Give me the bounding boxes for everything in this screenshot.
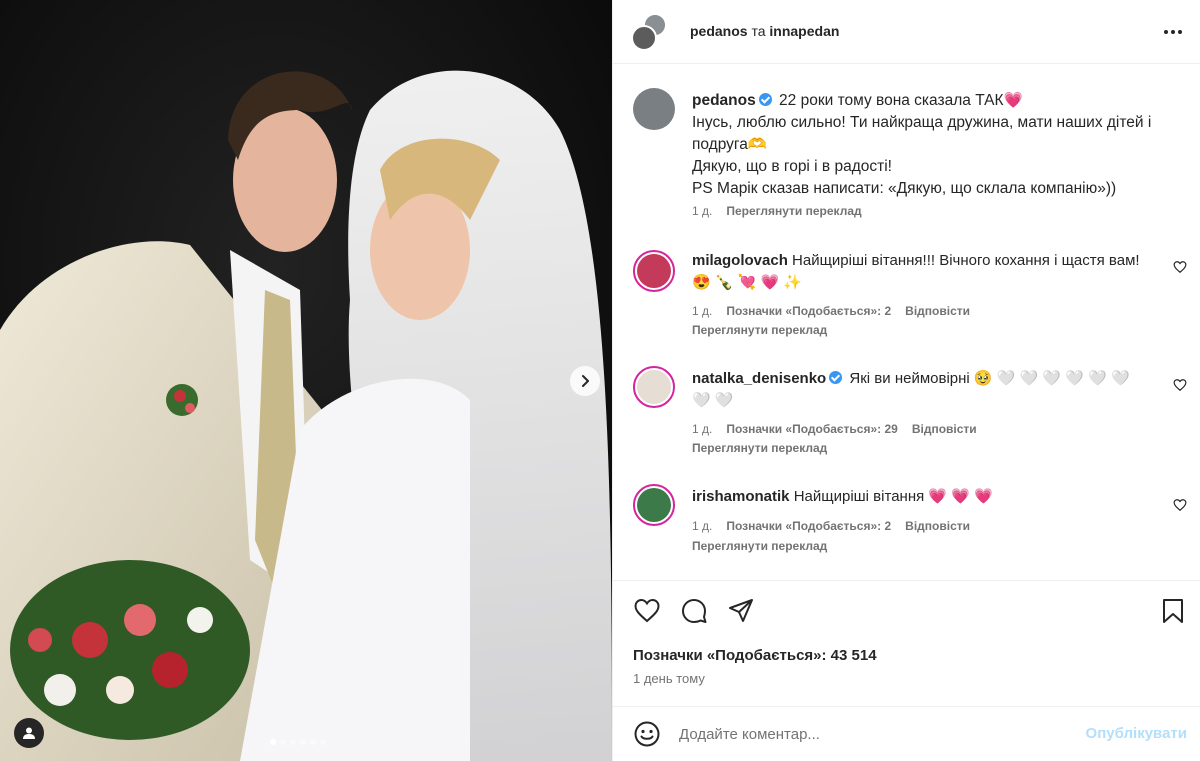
carousel-dot xyxy=(270,739,276,745)
translate-link[interactable]: Переглянути переклад xyxy=(692,539,827,553)
carousel-indicator xyxy=(270,739,326,745)
comment-likes[interactable]: Позначки «Подобається»: 2 xyxy=(726,519,891,533)
reply-button[interactable]: Відповісти xyxy=(912,422,977,436)
post-authors: pedanos та innapedan xyxy=(690,23,839,39)
post-header: pedanos та innapedan xyxy=(613,0,1200,64)
carousel-dot xyxy=(300,739,306,745)
caption-emoji: 💗 xyxy=(1003,92,1023,109)
carousel-dot xyxy=(320,739,326,745)
avatar[interactable] xyxy=(633,88,675,130)
coauthor-username[interactable]: innapedan xyxy=(769,23,839,39)
comment-meta: 1 д. Позначки «Подобається»: 29 Відповіс… xyxy=(692,422,977,436)
comment-input[interactable] xyxy=(679,721,1059,747)
comment-username[interactable]: natalka_denisenko xyxy=(692,370,826,387)
translate-link[interactable]: Переглянути переклад xyxy=(726,204,861,218)
emoji-icon[interactable] xyxy=(633,720,661,748)
comment-username[interactable]: milagolovach xyxy=(692,252,788,269)
share-icon[interactable] xyxy=(727,597,755,625)
likes-count[interactable]: Позначки «Подобається»: 43 514 xyxy=(633,647,877,664)
carousel-dot xyxy=(290,739,296,745)
avatar[interactable] xyxy=(633,250,675,292)
comment-meta: 1 д. Позначки «Подобається»: 2 Відповіст… xyxy=(692,304,970,318)
caption-meta: 1 д. Переглянути переклад xyxy=(692,204,862,218)
caption-emoji: 🫶 xyxy=(747,136,768,153)
heart-icon[interactable] xyxy=(1173,378,1187,392)
comment-text: milagolovach Найщиріші вітання!!! Вічног… xyxy=(692,250,1152,294)
caption-text: pedanos 22 роки тому вона сказала ТАК💗 І… xyxy=(692,90,1162,200)
comment-time: 1 д. xyxy=(692,519,713,533)
caption-line: 22 роки тому вона сказала ТАК xyxy=(779,92,1004,109)
reply-button[interactable]: Відповісти xyxy=(905,519,970,533)
carousel-dot xyxy=(310,739,316,745)
avatar[interactable] xyxy=(633,366,675,408)
heart-icon[interactable] xyxy=(1173,498,1187,512)
comment-composer: Опублікувати xyxy=(613,706,1200,761)
caption-time: 1 д. xyxy=(692,204,713,218)
comment-username[interactable]: irishamonatik xyxy=(692,488,790,505)
reply-button[interactable]: Відповісти xyxy=(905,304,970,318)
translate-link[interactable]: Переглянути переклад xyxy=(692,441,827,455)
verified-icon xyxy=(758,93,772,106)
comment-likes[interactable]: Позначки «Подобається»: 2 xyxy=(726,304,891,318)
caption-username[interactable]: pedanos xyxy=(692,92,756,109)
next-slide-button[interactable] xyxy=(570,366,600,396)
publish-button[interactable]: Опублікувати xyxy=(1086,725,1187,742)
comment-likes[interactable]: Позначки «Подобається»: 29 xyxy=(726,422,897,436)
verified-icon xyxy=(829,371,843,384)
post-photo[interactable] xyxy=(0,0,612,761)
tagged-users-button[interactable] xyxy=(14,718,44,748)
heart-icon[interactable] xyxy=(1173,260,1187,274)
bookmark-icon[interactable] xyxy=(1159,597,1187,625)
comment-time: 1 д. xyxy=(692,304,713,318)
more-icon[interactable] xyxy=(1161,22,1185,42)
heart-icon[interactable] xyxy=(633,597,661,625)
wedding-photo xyxy=(0,0,612,761)
comment-meta: 1 д. Позначки «Подобається»: 2 Відповіст… xyxy=(692,519,970,533)
authors-conjunction: та xyxy=(751,23,766,39)
caption-line: Дякую, що в горі і в радості! xyxy=(692,158,892,175)
carousel-dot xyxy=(280,739,286,745)
comment-text: irishamonatik Найщиріші вітання 💗 💗 💗 xyxy=(692,486,1152,508)
comment-text: natalka_denisenko Які ви неймовірні 🥹 🤍 … xyxy=(692,368,1152,412)
comment-time: 1 д. xyxy=(692,422,713,436)
user-tag-icon xyxy=(23,727,35,739)
comment-icon[interactable] xyxy=(680,597,708,625)
author-avatars[interactable] xyxy=(631,13,671,53)
post-date: 1 день тому xyxy=(633,671,705,686)
post-details: pedanos та innapedan pedanos 22 роки том… xyxy=(612,0,1200,761)
author-username[interactable]: pedanos xyxy=(690,23,748,39)
chevron-right-icon xyxy=(582,375,589,387)
translate-link[interactable]: Переглянути переклад xyxy=(692,323,827,337)
comment-body: Найщиріші вітання 💗 💗 💗 xyxy=(793,488,993,505)
avatar[interactable] xyxy=(633,484,675,526)
avatar xyxy=(631,25,657,51)
caption-line: PS Марік сказав написати: «Дякую, що скл… xyxy=(692,180,1117,197)
